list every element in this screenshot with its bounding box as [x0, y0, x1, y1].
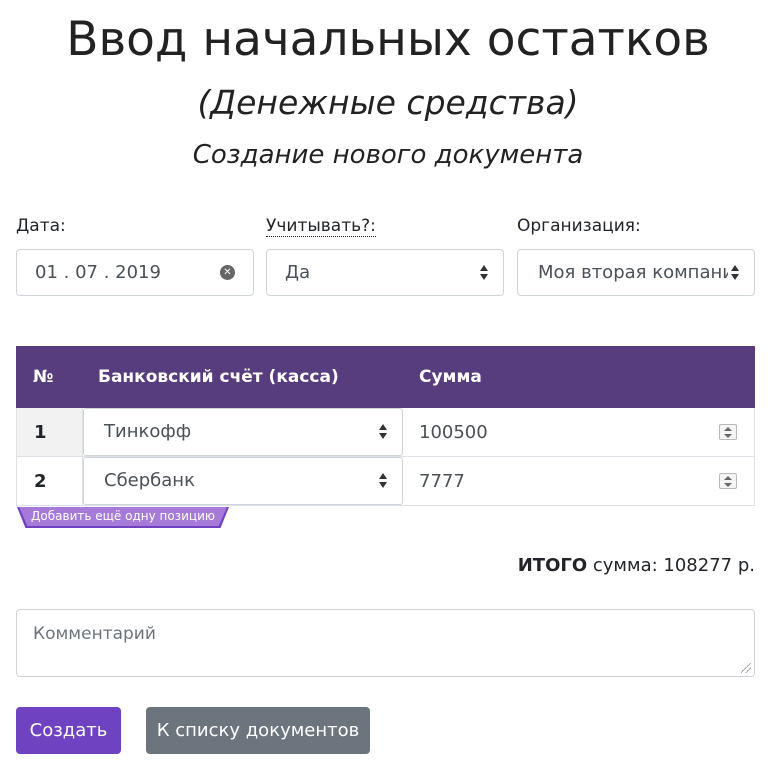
account-label: Учитывать?:	[266, 216, 376, 237]
date-value: 01 . 07 . 2019	[35, 262, 161, 283]
sum-input[interactable]: 100500	[403, 408, 755, 456]
comment-textarea[interactable]: Комментарий	[16, 609, 755, 677]
table-row: 1 Тинкофф 100500	[16, 408, 755, 457]
org-label: Организация:	[517, 216, 641, 236]
create-button[interactable]: Создать	[16, 707, 121, 754]
total-line: ИТОГО сумма: 108277 р.	[518, 553, 755, 579]
sum-input[interactable]: 7777	[403, 457, 755, 505]
header-sum: Сумма	[419, 367, 482, 387]
comment-placeholder: Комментарий	[33, 624, 156, 644]
date-input[interactable]: 01 . 07 . 2019 ✕	[16, 249, 254, 296]
page-title: Ввод начальных остатков	[66, 12, 710, 67]
document-title: Создание нового документа	[192, 140, 584, 170]
account-value: Тинкофф	[104, 421, 192, 442]
sum-value: 100500	[419, 422, 488, 443]
total-value: 108277 р.	[663, 555, 755, 576]
table-header: № Банковский счёт (касса) Сумма	[16, 346, 755, 408]
row-number: 2	[16, 457, 83, 505]
account-select[interactable]: Тинкофф	[83, 408, 403, 456]
header-number: №	[33, 367, 54, 387]
sum-value: 7777	[419, 471, 465, 492]
table-row: 2 Сбербанк 7777	[16, 457, 755, 506]
account-value: Да	[285, 262, 311, 283]
total-bold: ИТОГО	[517, 555, 588, 576]
date-label: Дата:	[16, 216, 66, 236]
spinner-icon[interactable]	[719, 424, 737, 440]
resize-handle-icon[interactable]	[741, 663, 751, 673]
row-number: 1	[16, 408, 83, 456]
page-subtitle: (Денежные средства)	[197, 83, 579, 122]
total-label: сумма:	[587, 555, 664, 576]
select-arrows-icon	[378, 423, 388, 441]
clear-icon[interactable]: ✕	[220, 265, 235, 280]
header-account: Банковский счёт (касса)	[98, 367, 339, 387]
select-arrows-icon	[479, 264, 489, 282]
spinner-icon[interactable]	[719, 473, 737, 489]
add-position-button[interactable]: Добавить ещё одну позицию	[19, 507, 227, 526]
select-arrows-icon	[730, 264, 740, 282]
org-value: Моя вторая компания	[538, 262, 728, 283]
account-select[interactable]: Сбербанк	[83, 457, 403, 505]
select-arrows-icon	[378, 472, 388, 490]
account-value: Сбербанк	[104, 470, 195, 491]
account-select[interactable]: Да	[266, 249, 504, 296]
back-to-list-button[interactable]: К списку документов	[146, 707, 370, 754]
org-select[interactable]: Моя вторая компания	[517, 249, 755, 296]
